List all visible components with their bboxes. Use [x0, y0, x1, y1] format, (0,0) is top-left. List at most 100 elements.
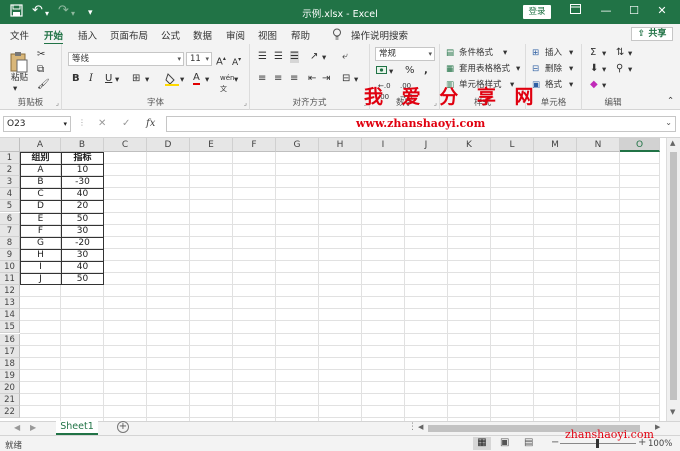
zoom-out-button[interactable]: −: [551, 437, 559, 448]
dialog-launcher-icon[interactable]: ⌟: [244, 99, 247, 107]
table-cell[interactable]: -30: [61, 176, 104, 188]
paste-label[interactable]: 粘贴: [11, 73, 28, 84]
paste-dropdown-icon[interactable]: ▾: [13, 84, 17, 95]
name-box[interactable]: O23 ▾: [3, 116, 71, 132]
fill-color-icon[interactable]: [165, 72, 179, 90]
column-header-b[interactable]: B: [61, 138, 104, 152]
fill-icon[interactable]: ⬇: [590, 63, 598, 75]
underline-dropdown-icon[interactable]: ▾: [115, 75, 119, 86]
accounting-format-icon[interactable]: [376, 65, 390, 81]
column-header-g[interactable]: G: [276, 138, 319, 152]
prev-sheet-icon[interactable]: ◀: [14, 423, 20, 432]
delete-dropdown-icon[interactable]: ▾: [569, 64, 573, 75]
font-size-combo[interactable]: 11 ▾: [186, 52, 212, 66]
column-header-i[interactable]: I: [362, 138, 405, 152]
table-cell[interactable]: A: [20, 164, 61, 176]
minimize-button[interactable]: —: [596, 4, 616, 18]
borders-dropdown-icon[interactable]: ▾: [145, 75, 149, 86]
vertical-scrollbar[interactable]: ▲ ▼: [666, 138, 680, 421]
find-select-icon[interactable]: ⚲: [616, 63, 623, 75]
table-cell[interactable]: 40: [61, 261, 104, 273]
column-header-d[interactable]: D: [147, 138, 190, 152]
row-header-2[interactable]: 2: [0, 164, 20, 177]
table-cell[interactable]: 30: [61, 225, 104, 237]
table-cell[interactable]: F: [20, 225, 61, 237]
wrap-text-icon[interactable]: ⤶: [342, 51, 348, 63]
row-header-15[interactable]: 15: [0, 321, 20, 334]
row-header-19[interactable]: 19: [0, 369, 20, 382]
row-header-5[interactable]: 5: [0, 200, 20, 213]
format-cells-button[interactable]: 格式: [545, 80, 562, 91]
row-header-3[interactable]: 3: [0, 176, 20, 189]
sort-dropdown-icon[interactable]: ▾: [628, 49, 632, 60]
insert-dropdown-icon[interactable]: ▾: [569, 48, 573, 59]
table-cell[interactable]: J: [20, 273, 61, 285]
row-header-17[interactable]: 17: [0, 345, 20, 358]
scroll-down-icon[interactable]: ▼: [670, 408, 675, 416]
conditional-format-dropdown-icon[interactable]: ▾: [503, 48, 507, 59]
insert-cells-button[interactable]: 插入: [545, 48, 562, 59]
login-button[interactable]: 登录: [523, 5, 551, 19]
column-header-l[interactable]: L: [491, 138, 534, 152]
decrease-font-icon[interactable]: A▾: [232, 54, 241, 69]
align-middle-icon[interactable]: ☰: [274, 51, 283, 63]
clear-dropdown-icon[interactable]: ▾: [602, 81, 606, 92]
merge-dropdown-icon[interactable]: ▾: [354, 75, 358, 86]
row-header-11[interactable]: 11: [0, 273, 20, 286]
tell-me-search[interactable]: 操作说明搜索: [351, 28, 408, 42]
autosum-icon[interactable]: Σ: [590, 47, 596, 59]
insert-function-button[interactable]: fx: [146, 118, 155, 129]
table-header-cell[interactable]: 指标: [61, 152, 104, 164]
table-cell[interactable]: D: [20, 200, 61, 212]
row-header-20[interactable]: 20: [0, 381, 20, 394]
align-bottom-icon[interactable]: ☰: [290, 51, 299, 63]
next-sheet-icon[interactable]: ▶: [30, 423, 36, 432]
maximize-button[interactable]: ☐: [624, 4, 644, 18]
column-header-c[interactable]: C: [104, 138, 147, 152]
column-header-a[interactable]: A: [20, 138, 61, 152]
table-cell[interactable]: B: [20, 176, 61, 188]
find-dropdown-icon[interactable]: ▾: [628, 65, 632, 76]
scroll-up-icon[interactable]: ▲: [670, 139, 675, 147]
format-as-table-button[interactable]: 套用表格格式: [459, 64, 510, 75]
row-header-10[interactable]: 10: [0, 260, 20, 273]
column-header-n[interactable]: N: [577, 138, 620, 152]
table-cell[interactable]: E: [20, 213, 61, 225]
table-cell[interactable]: H: [20, 249, 61, 261]
table-cell[interactable]: C: [20, 188, 61, 200]
cancel-entry-icon[interactable]: ✕: [98, 118, 106, 129]
font-color-dropdown-icon[interactable]: ▾: [205, 75, 209, 86]
select-all-corner[interactable]: [0, 138, 20, 152]
increase-font-icon[interactable]: A▴: [216, 53, 226, 68]
normal-view-icon[interactable]: ▦: [473, 437, 491, 450]
worksheet-grid[interactable]: ABCDEFGHIJKLMNO 1 2 3 4 5 6 7 8 9 10 11 12 13 14 15 16 1…: [0, 138, 680, 421]
row-header-16[interactable]: 16: [0, 333, 20, 346]
table-header-cell[interactable]: 组别: [20, 152, 61, 164]
delete-cells-button[interactable]: 删除: [545, 64, 562, 75]
row-header-4[interactable]: 4: [0, 188, 20, 201]
phonetic-dropdown-icon[interactable]: ▾: [234, 75, 238, 86]
table-cell[interactable]: -20: [61, 237, 104, 249]
format-painter-icon[interactable]: 🖌: [37, 79, 50, 91]
borders-icon[interactable]: ⊞: [132, 73, 140, 85]
row-header-6[interactable]: 6: [0, 212, 20, 225]
conditional-format-button[interactable]: 条件格式: [459, 48, 493, 59]
row-header-22[interactable]: 22: [0, 406, 20, 419]
format-as-table-dropdown-icon[interactable]: ▾: [516, 64, 520, 75]
tab-formulas[interactable]: 公式: [161, 28, 180, 42]
font-color-icon[interactable]: A: [193, 72, 200, 85]
tab-data[interactable]: 数据: [193, 28, 212, 42]
share-button[interactable]: ⇪ 共享: [631, 27, 673, 41]
dialog-launcher-icon[interactable]: ⌟: [56, 99, 59, 107]
table-cell[interactable]: 50: [61, 273, 104, 285]
scroll-left-icon[interactable]: ◀: [418, 423, 423, 431]
bold-button[interactable]: B: [72, 73, 80, 85]
enter-entry-icon[interactable]: ✓: [122, 118, 130, 129]
orientation-icon[interactable]: ↗: [310, 51, 318, 63]
column-header-m[interactable]: M: [534, 138, 577, 152]
clear-icon[interactable]: ◆: [590, 79, 598, 91]
cut-icon[interactable]: ✂: [37, 49, 45, 61]
decrease-indent-icon[interactable]: ⇤: [308, 73, 316, 85]
page-layout-view-icon[interactable]: ▣: [500, 437, 509, 448]
table-cell[interactable]: 50: [61, 213, 104, 225]
